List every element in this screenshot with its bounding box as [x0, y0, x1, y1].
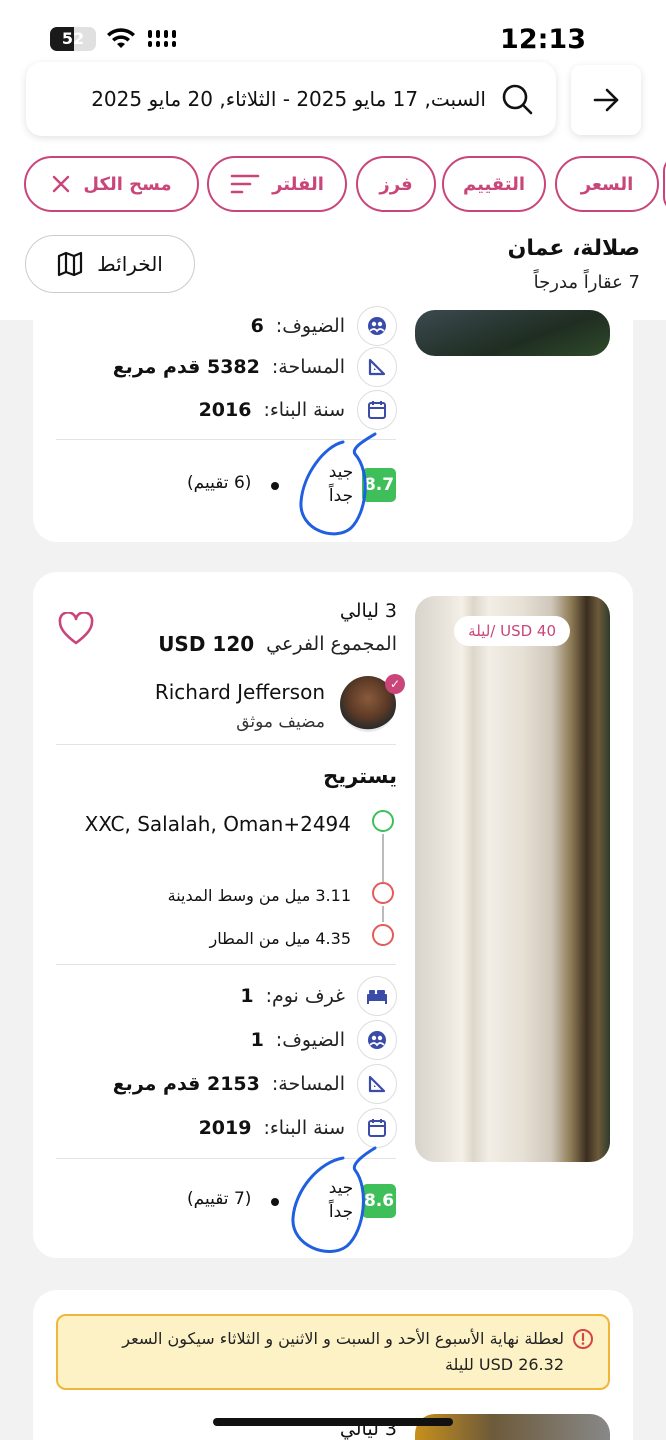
bedrooms-label: غرف نوم:: [265, 985, 345, 1007]
map-label: الخرائط: [97, 252, 163, 276]
route-line-2: [382, 906, 384, 922]
host-name[interactable]: Richard Jefferson: [155, 680, 325, 704]
card1-reviews: (6 تقييم): [187, 473, 252, 493]
alert-icon: [573, 1329, 593, 1349]
card1-year-label: سنة البناء:: [263, 399, 345, 421]
listing-2-photo[interactable]: USD 40 /ليلة: [415, 596, 610, 1162]
card1-area-value: 5382 قدم مربع: [112, 356, 260, 378]
card2-divider-1: [56, 744, 396, 745]
card2-year-value: 2019: [198, 1117, 252, 1139]
listing-card-1[interactable]: 6 الضيوف: 5382 قدم مربع المساحة: 2016 سنة ا…: [33, 306, 633, 542]
listing-card-2[interactable]: USD 40 /ليلة 3 ليالي USD 120 المجموع الفر…: [33, 572, 633, 1258]
listing-1-photo[interactable]: [415, 310, 610, 356]
battery-icon: 52: [50, 27, 96, 51]
card2-area-label: المساحة:: [271, 1073, 345, 1095]
back-button[interactable]: [571, 65, 641, 135]
subtotal-value: USD 120: [158, 632, 255, 656]
card2-dot: [271, 1198, 279, 1206]
distance-center: 3.11 ميل من وسط المدينة: [167, 886, 351, 905]
search-dates: السبت, 17 مايو 2025 - الثلاثاء, 20 مايو …: [91, 87, 486, 111]
bed-icon: [357, 976, 397, 1016]
wifi-icon: [107, 28, 135, 48]
location-title: صلالة، عمان: [507, 236, 640, 261]
notice-line2: USD 26.32 لليلة: [444, 1355, 564, 1374]
results-count: 7 عقاراً مدرجاً: [533, 272, 640, 293]
heart-icon[interactable]: [58, 612, 94, 646]
route-line: [382, 834, 384, 882]
search-icon: [502, 84, 533, 115]
guests-icon: [357, 306, 397, 346]
card2-area-row: 2153 قدم مربع المساحة:: [67, 1064, 397, 1104]
chip-clear-label: مسح الكل: [83, 173, 172, 195]
verified-check-icon: ✓: [385, 674, 405, 694]
listing-address: XXC, Salalah, Oman+2494: [84, 812, 351, 836]
card1-year-row: 2016 سنة البناء:: [67, 390, 397, 430]
arrow-right-icon: [593, 88, 619, 112]
chip-clear-all[interactable]: مسح الكل: [24, 156, 199, 212]
card2-reviews: (7 تقييم): [187, 1189, 252, 1209]
area-icon: [357, 1064, 397, 1104]
guests-icon: [357, 1020, 397, 1060]
distance-airport: 4.35 ميل من المطار: [209, 929, 351, 948]
chip-rating[interactable]: التقييم: [442, 156, 546, 212]
bedrooms-value: 1: [240, 985, 254, 1007]
chip-filter-label: الفلتر: [272, 173, 324, 195]
address-marker-icon: [372, 810, 394, 832]
chip-sort-label: فرز: [379, 173, 413, 195]
area-icon: [357, 347, 397, 387]
host-status: مضيف موثق: [236, 712, 325, 732]
card2-divider-2: [56, 964, 396, 965]
card1-area-row: 5382 قدم مربع المساحة:: [67, 347, 397, 387]
pen-annotation-2: [291, 1146, 377, 1253]
signal-icon: [148, 30, 176, 47]
nights-count: 3 ليالي: [339, 600, 397, 622]
card1-year-value: 2016: [198, 399, 252, 421]
subtotal-row: USD 120 المجموع الفرعي: [158, 632, 397, 656]
chip-price-label: السعر: [580, 173, 634, 195]
chip-price[interactable]: السعر: [555, 156, 659, 212]
airport-marker-icon: [372, 924, 394, 946]
notice-line1-wrap: لعطلة نهاية الأسبوع الأحد و السبت و الاث…: [72, 1326, 594, 1352]
close-icon: [53, 175, 70, 193]
bedrooms-row: 1 غرف نوم:: [67, 976, 397, 1016]
card2-year-label: سنة البناء:: [263, 1117, 345, 1139]
card1-area-label: المساحة:: [271, 356, 345, 378]
card1-dot: [271, 482, 279, 490]
calendar-icon: [357, 390, 397, 430]
weekend-price-notice: لعطلة نهاية الأسبوع الأحد و السبت و الاث…: [56, 1314, 610, 1390]
pen-annotation-1: [299, 432, 377, 536]
card2-guests-row: 1 الضيوف:: [67, 1020, 397, 1060]
chip-sort[interactable]: فرز: [356, 156, 436, 212]
center-marker-icon: [372, 882, 394, 904]
home-indicator[interactable]: [213, 1418, 453, 1426]
card2-area-value: 2153 قدم مربع: [112, 1073, 260, 1095]
subtotal-label: المجموع الفرعي: [266, 633, 397, 655]
filter-icon: [230, 174, 260, 194]
search-field[interactable]: السبت, 17 مايو 2025 - الثلاثاء, 20 مايو …: [26, 62, 556, 136]
map-icon: [58, 251, 83, 277]
price-per-night-badge: USD 40 /ليلة: [454, 616, 570, 646]
battery-percent: 52: [61, 29, 85, 48]
card1-guests-label: الضيوف:: [275, 315, 345, 337]
listing-title: يستريح: [323, 764, 397, 788]
card2-guests-label: الضيوف:: [275, 1029, 345, 1051]
calendar-icon: [357, 1108, 397, 1148]
notice-line1: لعطلة نهاية الأسبوع الأحد و السبت و الاث…: [122, 1329, 564, 1348]
status-time: 12:13: [500, 24, 586, 55]
card1-guests-row: 6 الضيوف:: [67, 306, 397, 346]
map-button[interactable]: الخرائط: [25, 235, 195, 293]
chip-rating-label: التقييم: [462, 173, 526, 195]
status-icons: 52: [50, 27, 180, 51]
chip-filter[interactable]: الفلتر: [207, 156, 347, 212]
card1-guests-value: 6: [250, 315, 264, 337]
card2-year-row: 2019 سنة البناء:: [67, 1108, 397, 1148]
card2-guests-value: 1: [250, 1029, 264, 1051]
